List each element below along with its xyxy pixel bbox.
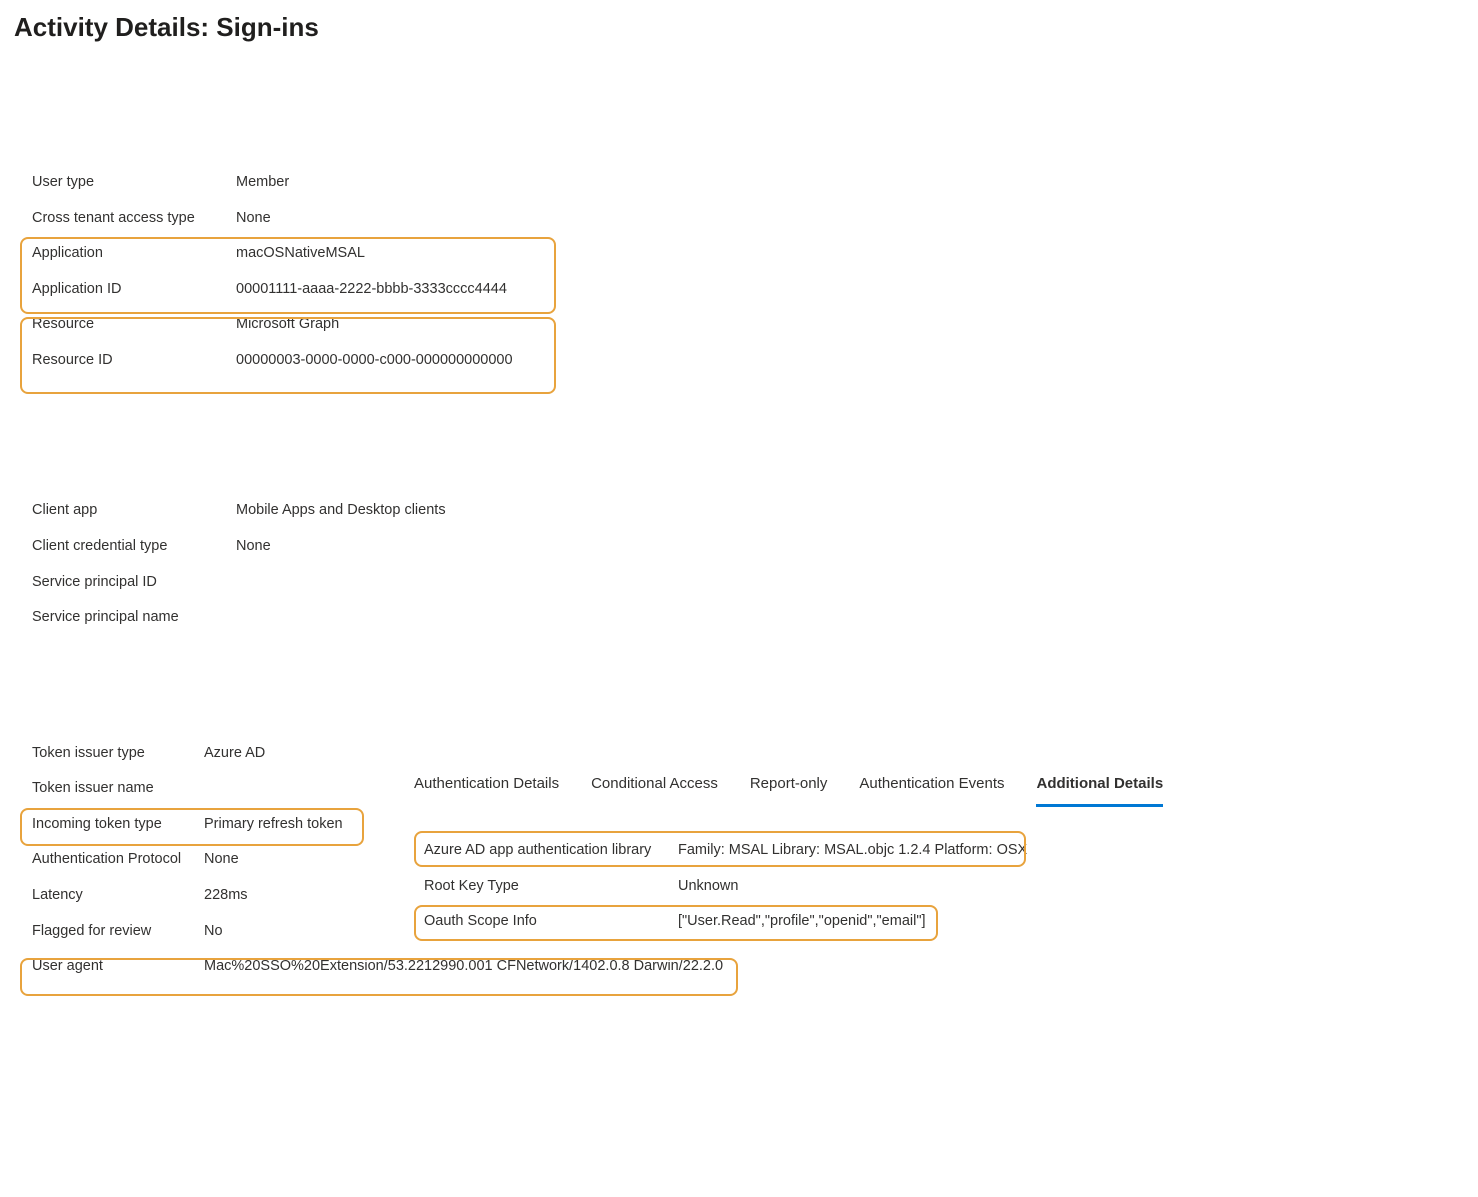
kv-row: Authentication Protocol None bbox=[14, 842, 414, 878]
kv-row: Root Key Type Unknown bbox=[420, 869, 1464, 905]
kv-value: Family: MSAL Library: MSAL.objc 1.2.4 Pl… bbox=[678, 841, 1027, 861]
kv-row: Service principal name bbox=[14, 600, 1464, 636]
kv-label: Client credential type bbox=[32, 537, 236, 557]
kv-row: Token issuer name bbox=[14, 771, 414, 807]
kv-value: ["User.Read","profile","openid","email"] bbox=[678, 912, 926, 932]
kv-value: Unknown bbox=[678, 877, 738, 897]
kv-value: macOSNativeMSAL bbox=[236, 244, 365, 264]
kv-row: Token issuer type Azure AD bbox=[14, 736, 414, 772]
kv-value: None bbox=[204, 850, 239, 870]
kv-label: Root Key Type bbox=[424, 877, 678, 897]
details-tabs: Authentication Details Conditional Acces… bbox=[414, 768, 1464, 807]
kv-row: Cross tenant access type None bbox=[14, 201, 1464, 237]
kv-row: User type Member bbox=[14, 165, 1464, 201]
kv-row: User agent Mac%20SSO%20Extension/53.2212… bbox=[14, 949, 734, 985]
kv-row: Latency 228ms bbox=[14, 878, 414, 914]
kv-value: Azure AD bbox=[204, 744, 265, 764]
kv-row: Application macOSNativeMSAL bbox=[14, 236, 1464, 272]
kv-value: None bbox=[236, 537, 271, 557]
kv-block-1: User type Member Cross tenant access typ… bbox=[14, 165, 1464, 378]
kv-value: 00000003-0000-0000-c000-000000000000 bbox=[236, 351, 513, 371]
kv-label: Token issuer name bbox=[32, 779, 204, 799]
kv-row: Azure AD app authentication library Fami… bbox=[420, 833, 1464, 869]
kv-label: Service principal name bbox=[32, 608, 236, 628]
tab-conditional-access[interactable]: Conditional Access bbox=[591, 768, 718, 807]
details-pane: Authentication Details Conditional Acces… bbox=[414, 736, 1464, 940]
kv-label: User agent bbox=[32, 957, 204, 977]
kv-label: Resource ID bbox=[32, 351, 236, 371]
kv-block-3: Token issuer type Azure AD Token issuer … bbox=[14, 736, 414, 985]
kv-row: Client app Mobile Apps and Desktop clien… bbox=[14, 493, 1464, 529]
additional-details-table: Azure AD app authentication library Fami… bbox=[414, 833, 1464, 940]
kv-row: Application ID 00001111-aaaa-2222-bbbb-3… bbox=[14, 272, 1464, 308]
kv-label: Azure AD app authentication library bbox=[424, 841, 678, 861]
kv-label: Service principal ID bbox=[32, 573, 236, 593]
tab-report-only[interactable]: Report-only bbox=[750, 768, 828, 807]
kv-label: Client app bbox=[32, 501, 236, 521]
kv-label: Incoming token type bbox=[32, 815, 204, 835]
tab-additional-details[interactable]: Additional Details bbox=[1036, 768, 1163, 807]
lower-area: Token issuer type Azure AD Token issuer … bbox=[14, 736, 1464, 985]
kv-label: Latency bbox=[32, 886, 204, 906]
kv-row: Resource ID 00000003-0000-0000-c000-0000… bbox=[14, 343, 1464, 379]
kv-label: Resource bbox=[32, 315, 236, 335]
tab-authentication-events[interactable]: Authentication Events bbox=[859, 768, 1004, 807]
kv-label: Token issuer type bbox=[32, 744, 204, 764]
kv-value: None bbox=[236, 209, 271, 229]
kv-row: Resource Microsoft Graph bbox=[14, 307, 1464, 343]
kv-value: 00001111-aaaa-2222-bbbb-3333cccc4444 bbox=[236, 280, 507, 300]
kv-row: Flagged for review No bbox=[14, 914, 414, 950]
page-title: Activity Details: Sign-ins bbox=[14, 10, 1464, 45]
kv-value: Mobile Apps and Desktop clients bbox=[236, 501, 446, 521]
kv-label: Cross tenant access type bbox=[32, 209, 236, 229]
tab-authentication-details[interactable]: Authentication Details bbox=[414, 768, 559, 807]
kv-block-2: Client app Mobile Apps and Desktop clien… bbox=[14, 493, 1464, 635]
kv-value: Primary refresh token bbox=[204, 815, 343, 835]
kv-label: Application ID bbox=[32, 280, 236, 300]
kv-row: Service principal ID bbox=[14, 565, 1464, 601]
kv-label: Application bbox=[32, 244, 236, 264]
kv-row: Client credential type None bbox=[14, 529, 1464, 565]
kv-row: Incoming token type Primary refresh toke… bbox=[14, 807, 414, 843]
kv-value: Member bbox=[236, 173, 289, 193]
kv-value: 228ms bbox=[204, 886, 248, 906]
kv-row: Oauth Scope Info ["User.Read","profile",… bbox=[420, 904, 1464, 940]
kv-label: Oauth Scope Info bbox=[424, 912, 678, 932]
kv-value: Mac%20SSO%20Extension/53.2212990.001 CFN… bbox=[204, 957, 723, 977]
kv-label: Authentication Protocol bbox=[32, 850, 204, 870]
kv-label: User type bbox=[32, 173, 236, 193]
kv-value: No bbox=[204, 922, 223, 942]
kv-label: Flagged for review bbox=[32, 922, 204, 942]
kv-value: Microsoft Graph bbox=[236, 315, 339, 335]
